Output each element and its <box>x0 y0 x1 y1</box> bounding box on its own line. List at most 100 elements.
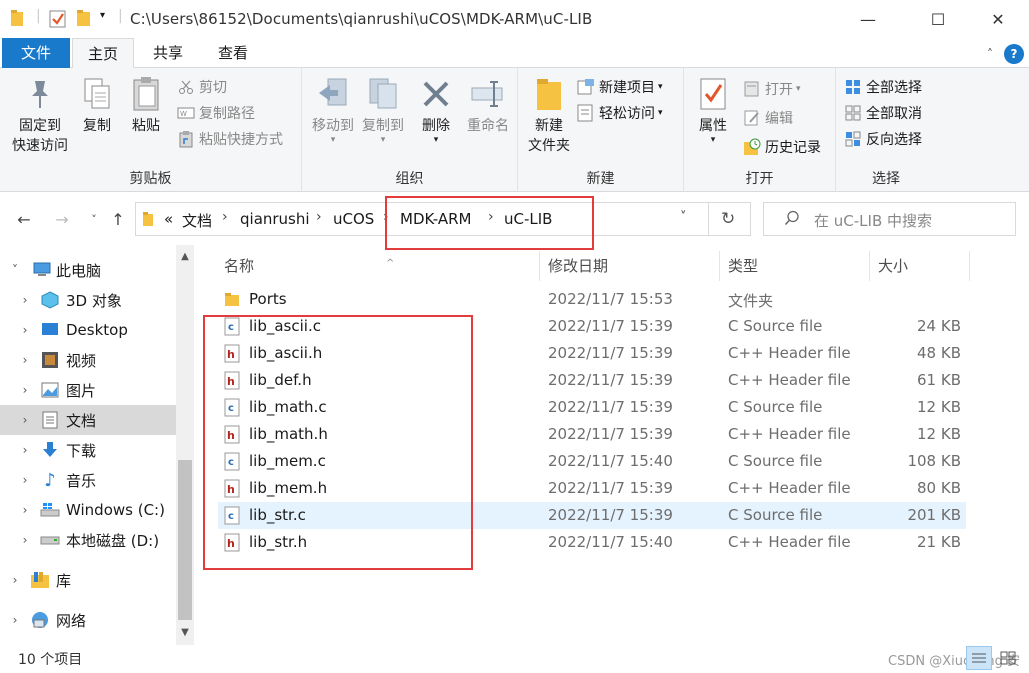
move-to-button[interactable]: 移动到 ▾ <box>306 74 360 145</box>
collapsed-chevron-icon[interactable]: › <box>18 533 32 547</box>
column-header-name[interactable]: 名称 ^ <box>216 251 540 281</box>
invert-selection-button[interactable]: 反向选择 <box>843 127 922 151</box>
file-type: C Source file <box>728 506 823 524</box>
folder-icon <box>10 9 24 29</box>
ribbon-tabs: 文件 主页 共享 查看 ˄ ? <box>0 38 1029 69</box>
column-header-size[interactable]: 大小 <box>870 251 970 281</box>
edit-button[interactable]: 编辑 <box>742 106 793 130</box>
collapsed-chevron-icon[interactable]: › <box>18 323 32 337</box>
collapsed-chevron-icon[interactable]: › <box>18 413 32 427</box>
collapsed-chevron-icon[interactable]: › <box>18 443 32 457</box>
copy-path-button[interactable]: W 复制路径 <box>176 101 255 125</box>
recent-locations-chevron-icon[interactable]: ˅ <box>82 207 106 231</box>
file-type: C++ Header file <box>728 344 851 362</box>
open-button[interactable]: 打开 ▾ <box>742 77 801 101</box>
history-button[interactable]: 历史记录 <box>742 135 821 159</box>
breadcrumb-qianrushi[interactable]: qianrushi <box>240 210 310 228</box>
paste-shortcut-button[interactable]: 粘贴快捷方式 <box>176 127 283 151</box>
collapsed-chevron-icon[interactable]: › <box>8 613 22 627</box>
up-arrow-icon[interactable]: ↑ <box>106 207 130 231</box>
column-header-type[interactable]: 类型 <box>720 251 870 281</box>
large-icons-view-icon[interactable] <box>995 646 1021 670</box>
copy-path-icon: W <box>176 103 196 123</box>
new-item-button[interactable]: 新建项目 ▾ <box>576 75 663 99</box>
close-button[interactable]: ✕ <box>975 0 1021 38</box>
tab-view[interactable]: 查看 <box>202 38 264 68</box>
select-none-button[interactable]: 全部取消 <box>843 101 922 125</box>
file-date: 2022/11/7 15:39 <box>548 425 673 443</box>
breadcrumb-ucos[interactable]: uCOS <box>333 210 374 228</box>
music-icon: ♪ <box>44 469 56 491</box>
sidebar-item-this-pc[interactable]: ˅ 此电脑 <box>0 255 176 285</box>
scroll-up-icon[interactable]: ▲ <box>176 247 194 265</box>
tab-file[interactable]: 文件 <box>2 38 70 68</box>
sidebar-item-local-disk-d[interactable]: › 本地磁盘 (D:) <box>0 525 176 555</box>
sidebar-item-label: 本地磁盘 (D:) <box>66 531 160 550</box>
pin-quick-access-button[interactable]: 固定到 快速访问 <box>6 74 74 156</box>
history-icon <box>742 137 762 157</box>
tab-share[interactable]: 共享 <box>138 38 198 68</box>
quick-access-dropdown-icon[interactable]: ▾ <box>100 10 105 30</box>
new-folder-button[interactable]: 新建 文件夹 <box>524 74 574 156</box>
sidebar-item-documents[interactable]: › 文档 <box>0 405 176 435</box>
collapsed-chevron-icon[interactable]: › <box>18 293 32 307</box>
new-folder-quick-icon[interactable] <box>76 9 92 29</box>
sidebar-item-windows-c[interactable]: › Windows (C:) <box>0 495 176 525</box>
cut-button[interactable]: 剪切 <box>176 75 227 99</box>
help-icon[interactable]: ? <box>1004 44 1024 64</box>
breadcrumb-chevron-icon[interactable]: › <box>316 209 322 225</box>
sidebar-item-network[interactable]: › 网络 <box>0 605 176 635</box>
column-header-date[interactable]: 修改日期 <box>540 251 720 281</box>
details-view-icon[interactable] <box>966 646 992 670</box>
cut-label: 剪切 <box>199 80 227 96</box>
edit-label: 编辑 <box>765 111 793 127</box>
sidebar-item-downloads[interactable]: › 下载 <box>0 435 176 465</box>
sidebar-item-libraries[interactable]: › 库 <box>0 565 176 595</box>
address-dropdown-chevron-icon[interactable]: ˅ <box>680 210 687 225</box>
properties-button[interactable]: 属性 ▾ <box>688 74 738 145</box>
collapsed-chevron-icon[interactable]: › <box>18 473 32 487</box>
sidebar-item-videos[interactable]: › 视频 <box>0 345 176 375</box>
minimize-button[interactable]: — <box>845 0 891 38</box>
rename-button[interactable]: 重命名 <box>462 74 514 136</box>
sidebar-item-music[interactable]: › ♪ 音乐 <box>0 465 176 495</box>
scrollbar-thumb[interactable] <box>178 460 192 620</box>
tab-home[interactable]: 主页 <box>72 38 134 69</box>
sidebar-item-desktop[interactable]: › Desktop <box>0 315 176 345</box>
new-group: 新建 文件夹 新建项目 ▾ 轻松访问 ▾ 新建 <box>518 68 684 192</box>
select-none-label: 全部取消 <box>866 106 922 122</box>
collapsed-chevron-icon[interactable]: › <box>8 573 22 587</box>
sidebar-item-pictures[interactable]: › 图片 <box>0 375 176 405</box>
paste-button[interactable]: 粘贴 <box>124 74 168 136</box>
file-row-ports[interactable]: Ports 2022/11/7 15:53 文件夹 <box>218 286 966 313</box>
sidebar-item-label: 视频 <box>66 351 97 370</box>
maximize-button[interactable]: ☐ <box>915 0 961 38</box>
easy-access-button[interactable]: 轻松访问 ▾ <box>576 101 663 125</box>
collapsed-chevron-icon[interactable]: › <box>18 383 32 397</box>
search-box[interactable]: 在 uC-LIB 中搜索 <box>763 202 1016 236</box>
window-title: C:\Users\86152\Documents\qianrushi\uCOS\… <box>130 10 593 28</box>
forward-arrow-icon[interactable]: → <box>50 207 74 231</box>
delete-button[interactable]: 删除 ▾ <box>416 74 456 145</box>
collapsed-chevron-icon[interactable]: › <box>18 353 32 367</box>
new-item-label: 新建项目 <box>599 80 655 96</box>
back-arrow-icon[interactable]: ← <box>12 207 36 231</box>
expanded-chevron-icon[interactable]: ˅ <box>8 263 22 277</box>
collapsed-chevron-icon[interactable]: › <box>18 503 32 517</box>
breadcrumb-chevron-icon[interactable]: › <box>222 209 228 225</box>
breadcrumb-overflow[interactable]: « <box>164 210 173 228</box>
copy-button[interactable]: 复制 <box>76 74 118 136</box>
move-to-icon <box>314 74 352 114</box>
chevron-up-icon[interactable]: ˄ <box>980 44 1000 64</box>
sidebar-item-3d-objects[interactable]: › 3D 对象 <box>0 285 176 315</box>
select-all-button[interactable]: 全部选择 <box>843 75 922 99</box>
scroll-down-icon[interactable]: ▼ <box>176 623 194 641</box>
invert-selection-label: 反向选择 <box>866 132 922 148</box>
properties-check-icon[interactable] <box>48 9 68 29</box>
copy-to-button[interactable]: 复制到 ▾ <box>356 74 410 145</box>
paste-shortcut-label: 粘贴快捷方式 <box>199 132 283 148</box>
sidebar-scrollbar[interactable]: ▲ ▼ <box>176 245 194 645</box>
breadcrumb-documents[interactable]: 文档 <box>182 210 212 231</box>
refresh-icon[interactable]: ↻ <box>721 209 735 229</box>
file-date: 2022/11/7 15:39 <box>548 398 673 416</box>
